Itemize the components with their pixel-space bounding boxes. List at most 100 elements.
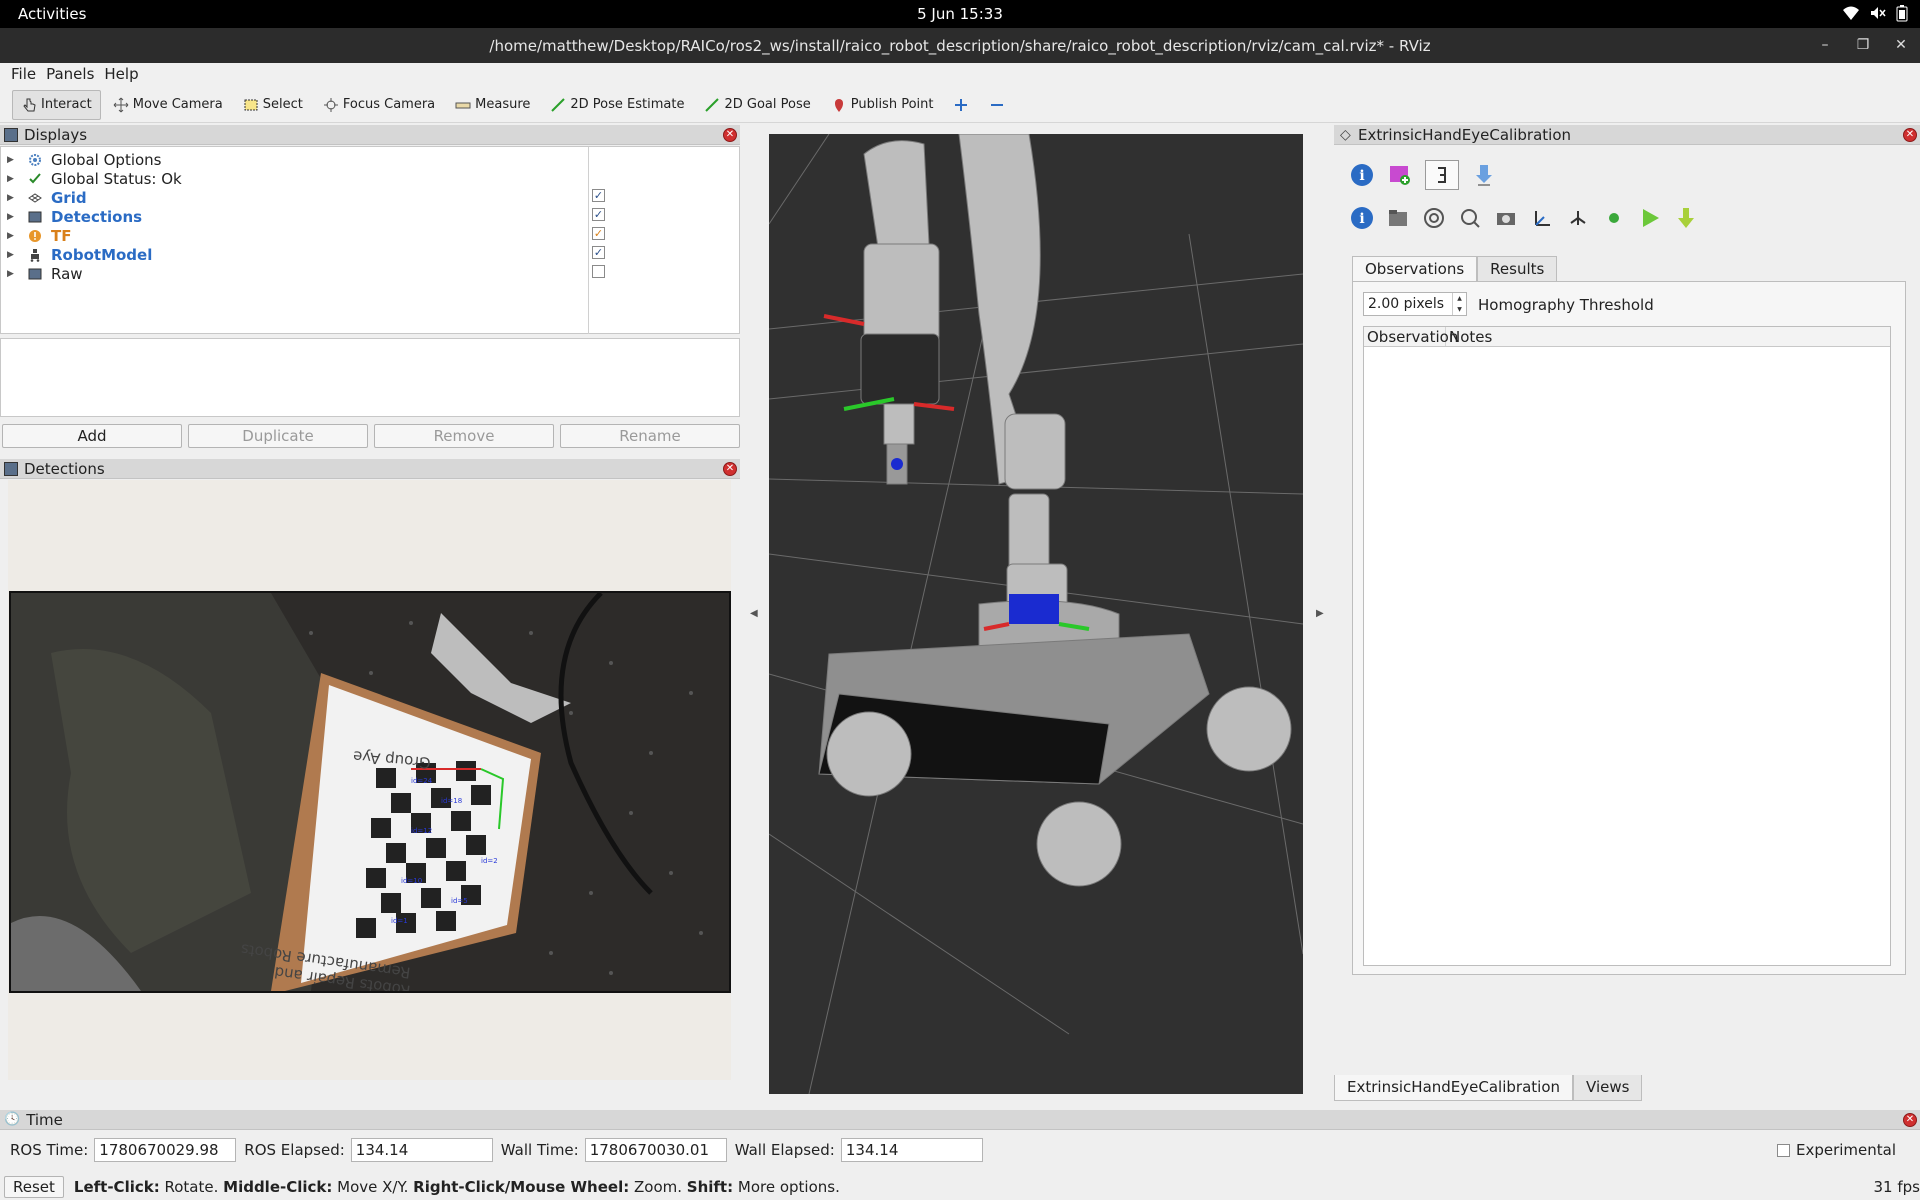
axes-icon[interactable] — [1529, 205, 1555, 231]
hand-pointer-icon — [23, 98, 36, 111]
window-title-bar: /home/matthew/Desktop/RAICo/ros2_ws/inst… — [0, 28, 1920, 63]
threshold-label: Homography Threshold — [1478, 296, 1654, 314]
close-icon[interactable]: ✕ — [1890, 34, 1912, 56]
publish-point-tool[interactable]: Publish Point — [823, 90, 942, 120]
expand-arrow-icon[interactable]: ▶ — [7, 269, 19, 279]
close-panel-icon[interactable]: ✕ — [1903, 128, 1917, 142]
hint-shift-desc: More options. — [733, 1178, 840, 1196]
download-pin-icon[interactable] — [1471, 162, 1497, 188]
clock[interactable]: 5 Jun 15:33 — [0, 5, 1920, 23]
move-camera-label: Move Camera — [132, 97, 223, 112]
green-arrow-icon — [551, 97, 566, 112]
homography-threshold-spinbox[interactable]: 2.00 pixels ▲ ▼ — [1363, 292, 1467, 316]
close-panel-icon[interactable]: ✕ — [723, 462, 737, 476]
expand-arrow-icon[interactable]: ▶ — [7, 174, 19, 184]
wall-elapsed-field[interactable]: 134.14 — [840, 1138, 983, 1162]
folder-icon[interactable] — [1385, 205, 1411, 231]
tree-item-detections[interactable]: ▶ Detections — [1, 207, 736, 226]
info-icon[interactable]: i — [1349, 162, 1375, 188]
tab-results[interactable]: Results — [1477, 256, 1558, 282]
tree-item-grid[interactable]: ▶ Grid — [1, 188, 736, 207]
goal-pose-tool[interactable]: 2D Goal Pose — [696, 90, 818, 120]
expand-arrow-icon[interactable]: ▶ — [7, 193, 19, 203]
robot-scene — [769, 134, 1303, 1094]
rename-button[interactable]: Rename — [560, 424, 740, 448]
robotmodel-checkbox[interactable]: ✓ — [592, 246, 605, 259]
maximize-icon[interactable]: ❐ — [1852, 34, 1874, 56]
measure-tool[interactable]: Measure — [447, 90, 538, 120]
activities-button[interactable]: Activities — [18, 5, 86, 23]
system-tray[interactable] — [1842, 4, 1908, 22]
duplicate-button[interactable]: Duplicate — [188, 424, 368, 448]
tf-checkbox[interactable]: ✓ — [592, 227, 605, 240]
tree-item-label: Detections — [51, 207, 143, 226]
select-tool[interactable]: Select — [235, 90, 311, 120]
axes-alt-icon[interactable] — [1565, 205, 1591, 231]
experimental-checkbox[interactable]: Experimental — [1776, 1141, 1896, 1159]
image-icon — [27, 209, 43, 225]
column-header-observation[interactable]: Observation — [1364, 327, 1458, 346]
tree-item-robotmodel[interactable]: ▶ RobotModel — [1, 245, 736, 264]
search-icon[interactable] — [1457, 205, 1483, 231]
experimental-checkbox-box[interactable] — [1776, 1143, 1790, 1157]
collapse-left-icon[interactable]: ◀ — [750, 608, 758, 619]
3d-viewport[interactable] — [769, 134, 1303, 1094]
tree-item-raw[interactable]: ▶ Raw — [1, 264, 736, 283]
camera-image[interactable]: id=24 id=18 id=12 id=2 id=10 id=5 id=1 Group A… — [9, 591, 731, 993]
expand-arrow-icon[interactable]: ▶ — [7, 231, 19, 241]
tree-item-global-status[interactable]: ▶ Global Status: Ok — [1, 169, 736, 188]
info-icon[interactable]: i — [1349, 205, 1375, 231]
ros-time-field[interactable]: 1780670029.98 — [94, 1138, 237, 1162]
column-header-notes[interactable]: Notes — [1446, 327, 1890, 346]
menu-bar: File Panels Help — [0, 63, 1920, 87]
spin-arrows-icon[interactable]: ▲ ▼ — [1452, 293, 1466, 315]
focus-camera-tool[interactable]: Focus Camera — [315, 90, 443, 120]
menu-help[interactable]: Help — [99, 63, 143, 87]
reset-button[interactable]: Reset — [4, 1176, 64, 1198]
menu-file[interactable]: File — [6, 63, 41, 87]
map-pin-icon — [834, 98, 843, 112]
add-button[interactable]: Add — [2, 424, 182, 448]
close-panel-icon[interactable]: ✕ — [1903, 1113, 1917, 1127]
tree-item-global-options[interactable]: ▶ Global Options — [1, 150, 736, 169]
expand-arrow-icon[interactable]: ▶ — [7, 155, 19, 165]
grid-checkbox[interactable]: ✓ — [592, 189, 605, 202]
displays-title: Displays — [24, 125, 88, 144]
goal-pose-label: 2D Goal Pose — [724, 97, 811, 112]
warning-icon — [27, 228, 43, 244]
tab-views[interactable]: Views — [1573, 1075, 1643, 1101]
add-image-icon[interactable] — [1387, 162, 1413, 188]
time-title: Time — [26, 1110, 63, 1129]
download-arrow-icon[interactable] — [1673, 205, 1699, 231]
camera-icon[interactable] — [1493, 205, 1519, 231]
move-camera-tool[interactable]: Move Camera — [105, 90, 231, 120]
interact-tool[interactable]: Interact — [12, 89, 101, 120]
ros-elapsed-field[interactable]: 134.14 — [350, 1138, 493, 1162]
svg-text:id=12: id=12 — [411, 827, 432, 835]
target-icon[interactable] — [1421, 205, 1447, 231]
remove-button[interactable]: Remove — [374, 424, 554, 448]
volume-muted-icon — [1871, 7, 1886, 19]
display-description-box — [0, 338, 740, 417]
menu-panels[interactable]: Panels — [41, 63, 99, 87]
detections-checkbox[interactable]: ✓ — [592, 208, 605, 221]
play-icon[interactable] — [1637, 205, 1663, 231]
hint-left-click: Left-Click: — [73, 1178, 160, 1196]
add-tool-button[interactable] — [945, 90, 977, 120]
tree-item-tf[interactable]: ▶ TF — [1, 226, 736, 245]
raw-checkbox[interactable] — [592, 265, 605, 278]
frame-selector-icon[interactable] — [1425, 160, 1459, 190]
display-button-row: Add Duplicate Remove Rename — [2, 424, 740, 448]
remove-tool-button[interactable] — [981, 90, 1013, 120]
clock-icon: 🕓 — [4, 1112, 21, 1127]
tab-observations[interactable]: Observations — [1352, 256, 1478, 282]
minimize-icon[interactable]: – — [1814, 34, 1836, 56]
pose-estimate-tool[interactable]: 2D Pose Estimate — [542, 90, 692, 120]
observations-table[interactable]: Observation Notes — [1363, 326, 1891, 966]
tab-extrinsic-calibration[interactable]: ExtrinsicHandEyeCalibration — [1334, 1075, 1574, 1101]
collapse-right-icon[interactable]: ▶ — [1316, 608, 1324, 619]
expand-arrow-icon[interactable]: ▶ — [7, 212, 19, 222]
expand-arrow-icon[interactable]: ▶ — [7, 250, 19, 260]
wall-time-field[interactable]: 1780670030.01 — [584, 1138, 727, 1162]
close-panel-icon[interactable]: ✕ — [723, 128, 737, 142]
